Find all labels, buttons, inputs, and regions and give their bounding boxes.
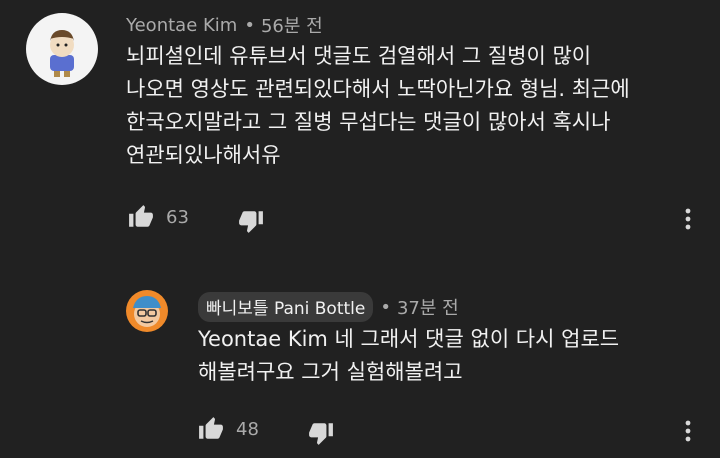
more-vert-icon: [685, 420, 691, 442]
comment-text-line: 나오면 영상도 관련되있다해서 노딱아닌가요 형님. 최근에: [126, 77, 630, 101]
thumbs-down-icon: [309, 423, 333, 445]
comment-text-line: Yeontae Kim 네 그래서 댓글 없이 다시 업로드: [198, 327, 620, 351]
comment-text-line: 해볼려구요 그거 실험해볼려고: [198, 360, 463, 384]
meta-separator: •: [244, 14, 255, 36]
avatar-cartoon-icon: [133, 296, 161, 327]
more-vert-icon: [685, 208, 691, 230]
like-count: 48: [236, 418, 259, 440]
comment-author[interactable]: Yeontae Kim: [126, 15, 237, 36]
more-options-button[interactable]: [678, 418, 698, 444]
thumbs-up-icon: [199, 417, 223, 439]
comment-actions: 63: [0, 204, 720, 234]
comment-text: 뇌피셜인데 유튜브서 댓글도 검열해서 그 질병이 많이 나오면 영상도 관련되…: [126, 40, 630, 172]
like-count: 63: [166, 206, 189, 228]
comment-text-line: 뇌피셜인데 유튜브서 댓글도 검열해서 그 질병이 많이: [126, 44, 592, 68]
comment-meta: Yeontae Kim • 56분 전: [126, 12, 323, 38]
comment-author-chip[interactable]: 빠니보틀 Pani Bottle: [198, 292, 374, 322]
more-options-button[interactable]: [678, 206, 698, 232]
comment-text: Yeontae Kim 네 그래서 댓글 없이 다시 업로드 해볼려구요 그거 …: [198, 323, 619, 389]
reply-comment: 빠니보틀 Pani Bottle • 37분 전 Yeontae Kim 네 그…: [0, 280, 720, 458]
dislike-button[interactable]: [308, 420, 334, 446]
comment-text-line: 연관되있나해서유: [126, 143, 281, 167]
comment-text-line: 한국오지말라고 그 질병 무섭다는 댓글이 많아서 혹시나: [126, 110, 611, 134]
comment: Yeontae Kim • 56분 전 뇌피셜인데 유튜브서 댓글도 검열해서 …: [0, 0, 720, 250]
avatar-cartoon-icon: [50, 30, 74, 77]
comment-time[interactable]: 56분 전: [261, 12, 323, 38]
comment-time[interactable]: 37분 전: [397, 294, 459, 320]
thumbs-down-icon: [239, 211, 263, 233]
meta-separator: •: [380, 296, 391, 318]
like-button[interactable]: 48: [198, 416, 259, 442]
thumbs-up-icon: [129, 205, 153, 227]
avatar[interactable]: [26, 13, 98, 85]
like-button[interactable]: 63: [128, 204, 189, 230]
dislike-button[interactable]: [238, 208, 264, 234]
avatar[interactable]: [126, 290, 168, 332]
comment-meta: 빠니보틀 Pani Bottle • 37분 전: [198, 292, 459, 322]
comment-actions: 48: [0, 416, 720, 446]
